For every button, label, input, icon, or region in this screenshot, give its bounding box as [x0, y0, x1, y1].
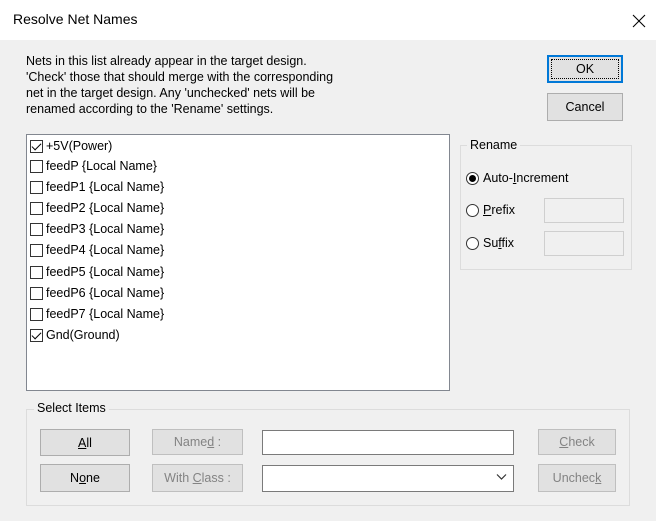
chevron-down-icon [496, 474, 507, 480]
list-item-label: feedP {Local Name} [46, 159, 157, 173]
class-select[interactable] [262, 465, 514, 492]
radio-label: Prefix [483, 203, 515, 217]
intro-text: Nets in this list already appear in the … [26, 54, 334, 116]
list-item-label: feedP5 {Local Name} [46, 265, 165, 279]
named-input[interactable] [262, 430, 514, 455]
radio-button[interactable] [466, 171, 479, 185]
list-item[interactable]: feedP1 {Local Name} [30, 177, 164, 197]
radio-auto-increment[interactable]: Auto-Increment [466, 171, 568, 185]
select-items-group-label: Select Items [34, 401, 109, 415]
checkbox[interactable] [30, 307, 43, 321]
list-item[interactable]: feedP3 {Local Name} [30, 219, 164, 239]
check-button[interactable]: Check [538, 429, 616, 455]
checkbox[interactable] [30, 328, 43, 342]
with-class-button[interactable]: With Class : [152, 464, 243, 492]
close-button[interactable] [625, 7, 653, 35]
radio-label: Suffix [483, 236, 515, 250]
checkbox[interactable] [30, 286, 43, 300]
window-title: Resolve Net Names [13, 11, 138, 27]
prefix-input[interactable] [544, 198, 624, 223]
checkbox[interactable] [30, 139, 43, 153]
checkbox[interactable] [30, 243, 43, 257]
close-icon [632, 14, 646, 28]
named-button[interactable]: Named : [152, 429, 243, 455]
checkbox[interactable] [30, 265, 43, 279]
uncheck-button[interactable]: Uncheck [538, 464, 616, 492]
cancel-button[interactable]: Cancel [547, 93, 623, 121]
all-label: All [78, 435, 92, 450]
none-button[interactable]: None [40, 464, 130, 492]
checkbox[interactable] [30, 180, 43, 194]
list-item-label: feedP3 {Local Name} [46, 222, 165, 236]
radio-button[interactable] [466, 203, 479, 217]
none-label: None [70, 471, 100, 485]
net-list[interactable]: +5V(Power) feedP {Local Name} feedP1 {Lo… [26, 134, 450, 391]
list-item[interactable]: +5V(Power) [30, 136, 112, 156]
radio-button[interactable] [466, 236, 479, 250]
radio-prefix[interactable]: Prefix [466, 203, 515, 217]
check-label: Check [559, 435, 595, 449]
checkbox[interactable] [30, 201, 43, 215]
ok-button[interactable]: OK [547, 55, 623, 83]
list-item[interactable]: feedP {Local Name} [30, 156, 157, 176]
list-item[interactable]: feedP5 {Local Name} [30, 262, 164, 282]
rename-group-label: Rename [467, 138, 521, 152]
checkbox[interactable] [30, 159, 43, 173]
with-class-label: With Class : [164, 471, 231, 485]
list-item[interactable]: feedP6 {Local Name} [30, 283, 164, 303]
radio-suffix[interactable]: Suffix [466, 236, 514, 250]
list-item-label: +5V(Power) [46, 139, 113, 153]
list-item[interactable]: feedP2 {Local Name} [30, 198, 164, 218]
list-item[interactable]: feedP4 {Local Name} [30, 240, 164, 260]
title-bar: Resolve Net Names [0, 0, 656, 40]
list-item[interactable]: feedP7 {Local Name} [30, 304, 164, 324]
radio-label: Auto-Increment [483, 171, 569, 185]
list-item-label: feedP4 {Local Name} [46, 243, 165, 257]
list-item-label: feedP1 {Local Name} [46, 180, 165, 194]
list-item-label: Gnd(Ground) [46, 328, 120, 342]
list-item-label: feedP6 {Local Name} [46, 286, 165, 300]
suffix-input[interactable] [544, 231, 624, 256]
list-item-label: feedP7 {Local Name} [46, 307, 165, 321]
cancel-label: Cancel [565, 100, 605, 114]
all-button[interactable]: All [40, 429, 130, 456]
focus-rect [551, 59, 619, 79]
named-label: Named : [173, 435, 222, 449]
uncheck-label: Uncheck [552, 471, 602, 485]
checkbox[interactable] [30, 222, 43, 236]
list-item-label: feedP2 {Local Name} [46, 201, 165, 215]
list-item[interactable]: Gnd(Ground) [30, 325, 120, 345]
